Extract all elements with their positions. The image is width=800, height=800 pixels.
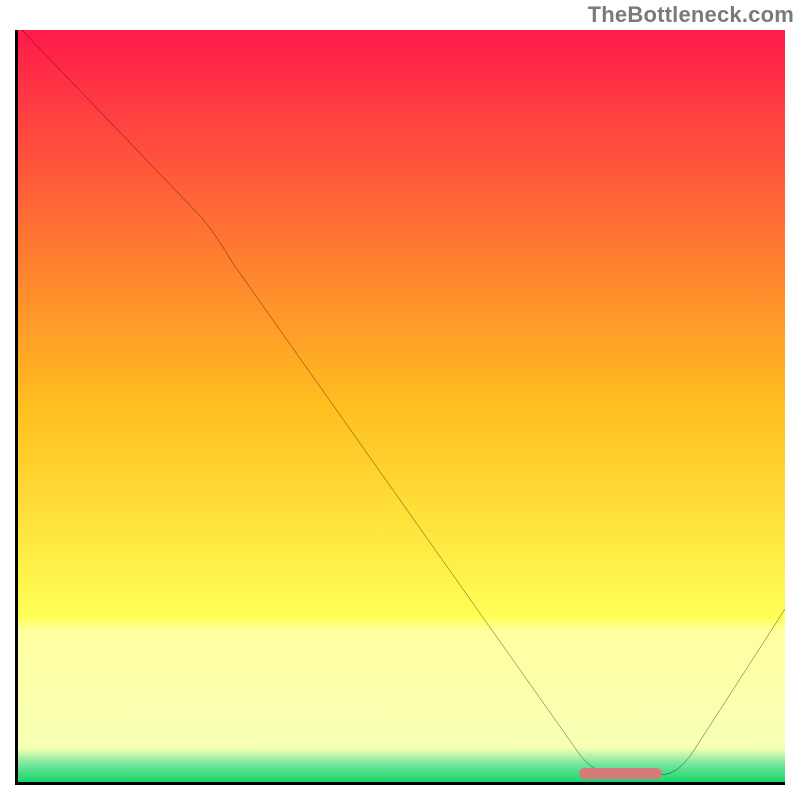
watermark-text: TheBottleneck.com bbox=[588, 2, 794, 28]
optimal-range-marker bbox=[579, 768, 662, 779]
bottleneck-curve bbox=[18, 30, 785, 782]
curve-path bbox=[22, 30, 785, 774]
chart-stage: TheBottleneck.com bbox=[0, 0, 800, 800]
plot-area bbox=[15, 30, 785, 785]
